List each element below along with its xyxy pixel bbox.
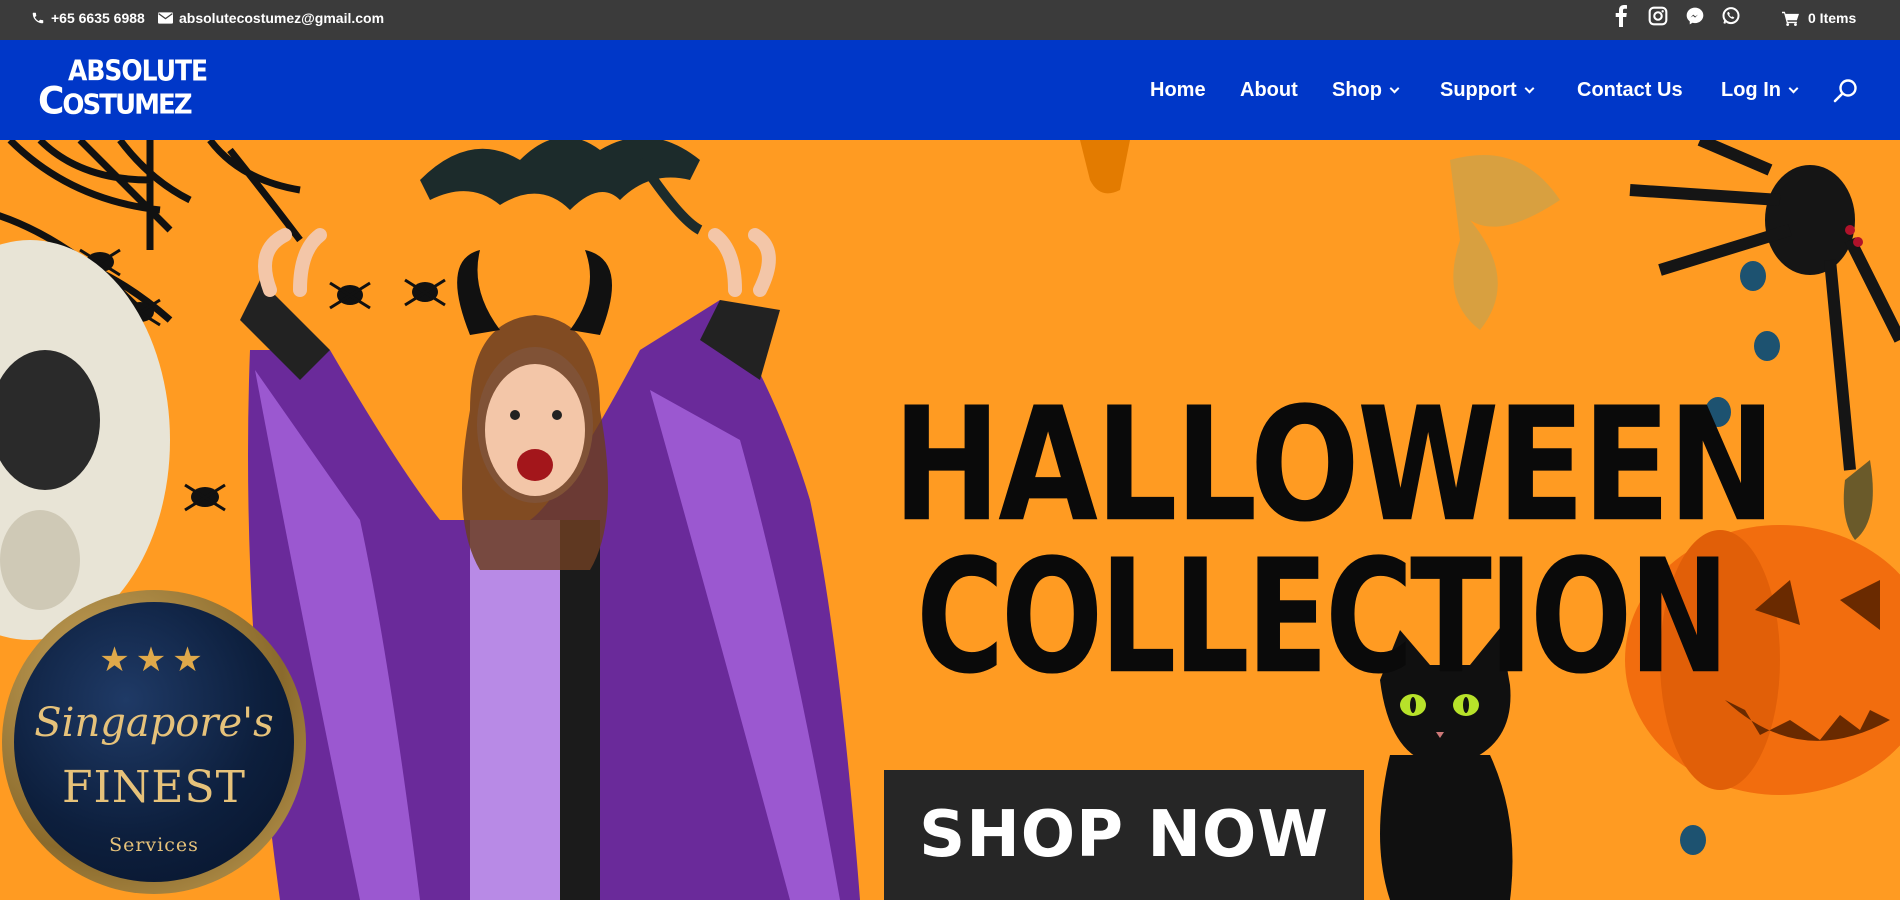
logo-line2: COSTUMEZ [38, 79, 193, 123]
main-header: ABSOLUTE COSTUMEZ Home About Shop Suppor… [0, 40, 1900, 140]
phone-icon [31, 11, 45, 25]
search-icon [1833, 79, 1857, 103]
badge-stars: ★★★ [99, 641, 209, 679]
headline-line2: COLLECTION [916, 526, 1729, 710]
logo-line1: ABSOLUTE [68, 53, 208, 88]
candy-icon [1080, 140, 1130, 194]
girl-costume-figure [240, 228, 860, 900]
phone-contact[interactable]: +65 6635 6988 [31, 0, 145, 36]
site-logo[interactable]: ABSOLUTE COSTUMEZ [38, 56, 210, 120]
ribbon-icon [1450, 155, 1560, 330]
email-contact[interactable]: absolutecostumez@gmail.com [158, 0, 384, 36]
chevron-down-icon [1788, 83, 1799, 93]
nav-home-label: Home [1150, 78, 1206, 101]
cart-link[interactable]: 0 Items [1782, 0, 1856, 36]
shop-now-button[interactable]: SHOP NOW [884, 770, 1364, 900]
hero-banner[interactable]: HALLOWEEN COLLECTION SHOP NOW ★★★ Singap… [0, 140, 1900, 900]
logo-line2-cap: C [38, 79, 64, 123]
cart-count: 0 Items [1808, 10, 1857, 26]
badge-line2: FINEST [61, 762, 247, 813]
nav-log-in[interactable]: Log In [1721, 78, 1799, 102]
chevron-down-icon [1389, 83, 1400, 93]
badge-line3: Services [109, 834, 199, 856]
search-button[interactable] [1833, 78, 1859, 104]
cart-icon [1782, 11, 1799, 26]
nav-contact-us[interactable]: Contact Us [1577, 78, 1683, 102]
email-address: absolutecostumez@gmail.com [179, 10, 385, 26]
headline-line1: HALLOWEEN [892, 374, 1776, 558]
nav-support[interactable]: Support [1440, 78, 1535, 102]
instagram-icon[interactable] [1647, 5, 1669, 27]
hero-headline: HALLOWEEN COLLECTION [838, 374, 1776, 697]
nav-about-label: About [1240, 78, 1298, 101]
nav-support-label: Support [1440, 78, 1517, 101]
facebook-icon[interactable] [1610, 5, 1632, 27]
badge-line1: Singapore's [34, 700, 274, 746]
badge-inner: ★★★ Singapore's FINEST Services [14, 602, 294, 882]
nav-home[interactable]: Home [1150, 78, 1206, 102]
nav-contact-us-label: Contact Us [1577, 78, 1683, 101]
logo-line2-rest: OSTUMEZ [62, 89, 192, 121]
messenger-icon[interactable] [1684, 5, 1706, 27]
bat-icon [420, 140, 703, 235]
nav-shop-label: Shop [1332, 78, 1382, 101]
nav-about[interactable]: About [1240, 78, 1298, 102]
email-icon [158, 12, 173, 24]
phone-number: +65 6635 6988 [51, 10, 145, 26]
chevron-down-icon [1524, 83, 1535, 93]
singapores-finest-badge[interactable]: ★★★ Singapore's FINEST Services [2, 590, 306, 894]
nav-shop[interactable]: Shop [1332, 78, 1400, 102]
whatsapp-icon[interactable] [1720, 5, 1742, 27]
top-bar: +65 6635 6988 absolutecostumez@gmail.com… [0, 0, 1900, 40]
nav-log-in-label: Log In [1721, 78, 1781, 101]
